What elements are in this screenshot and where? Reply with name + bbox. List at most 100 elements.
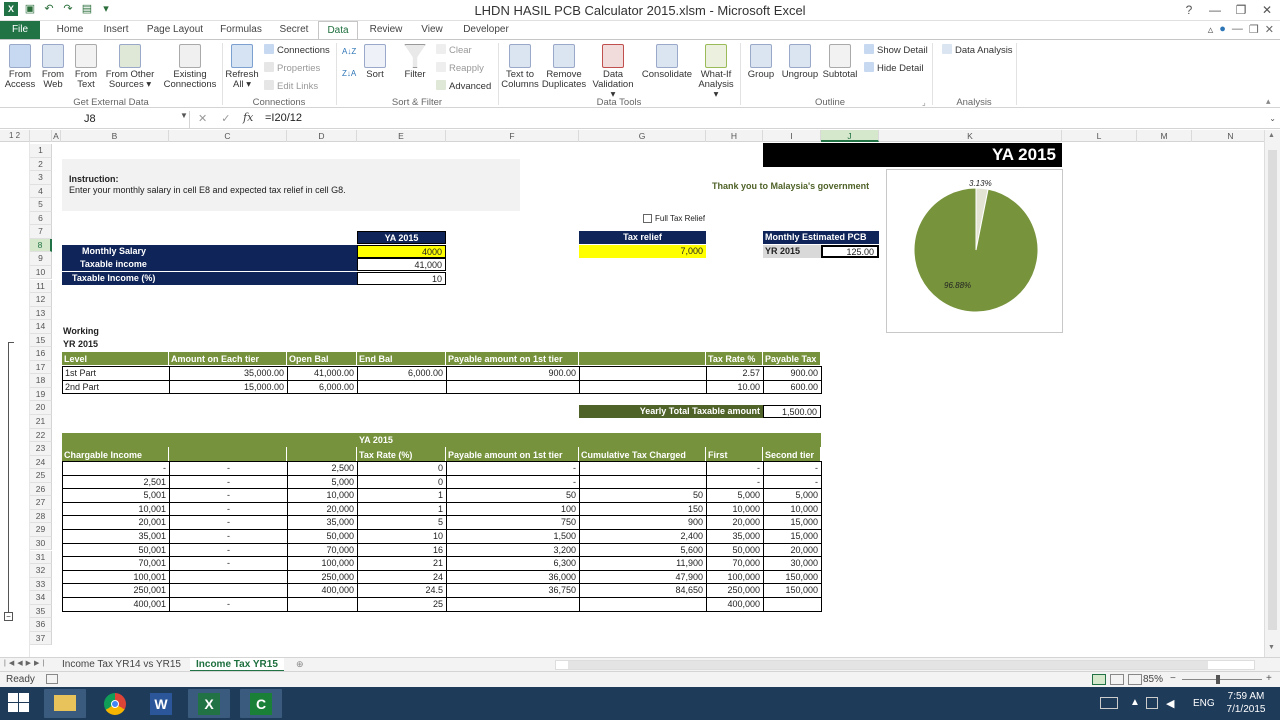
rate-cell[interactable]: 20,001 [62,515,170,530]
tier-cell[interactable]: 15,000.00 [169,379,288,394]
tier-cell[interactable]: 10.00 [706,379,764,394]
rate-cell[interactable]: - [763,474,822,490]
rate-cell[interactable]: 250,000 [706,583,764,598]
rate-cell[interactable]: 750 [446,515,580,530]
rate-cell[interactable]: 2,500 [287,461,358,476]
rate-cell[interactable] [579,597,707,612]
row-header[interactable]: 27 [30,496,52,510]
yearly-total-cell[interactable]: 1,500.00 [763,405,821,418]
rate-cell[interactable]: 250,000 [287,569,358,585]
sheet-tab-yr14-vs-yr15[interactable]: Income Tax YR14 vs YR15 [56,658,187,672]
full-tax-relief-checkbox[interactable] [643,214,652,223]
filter-button[interactable]: Filter [402,44,428,80]
restore-button[interactable]: ❐ [1228,0,1254,20]
page-layout-view-icon[interactable] [1110,674,1124,685]
page-break-view-icon[interactable] [1128,674,1142,685]
minimize-ribbon-icon[interactable]: ▵ [1208,23,1214,36]
rate-cell[interactable]: 3,200 [446,542,580,558]
connections-button[interactable]: Connections [264,44,330,56]
rate-cell[interactable]: 35,000 [706,529,764,544]
rate-cell[interactable]: 400,001 [62,597,170,612]
column-header-d[interactable]: D [287,130,357,142]
rate-cell[interactable]: - [169,529,288,544]
normal-view-icon[interactable] [1092,674,1106,685]
rate-cell[interactable]: 1,500 [446,529,580,544]
row-header[interactable]: 35 [30,604,52,619]
consolidate-button[interactable]: Consolidate [640,44,694,80]
rate-cell[interactable]: 400,000 [706,597,764,612]
tray-up-icon[interactable]: ▲ [1130,697,1140,708]
rate-cell[interactable]: - [169,556,288,571]
rate-cell[interactable]: 5,600 [579,542,707,558]
rate-cell[interactable]: - [169,501,288,517]
rate-cell[interactable]: 20,000 [287,501,358,517]
column-header-f[interactable]: F [446,130,579,142]
monthly-salary-cell[interactable]: 4000 [357,245,446,258]
vertical-scrollbar[interactable]: ▲ ▼ [1264,130,1280,657]
horizontal-scroll-thumb[interactable] [568,661,1208,669]
tier-cell[interactable]: 2nd Part [62,379,170,394]
collapse-ribbon-icon[interactable]: ▴ [1266,96,1271,107]
window-close-icon[interactable]: ✕ [1265,23,1274,36]
scroll-thumb[interactable] [1268,150,1277,630]
name-box[interactable]: J8 [0,111,190,128]
rate-cell[interactable]: 0 [357,461,447,476]
rate-cell[interactable]: 1 [357,488,447,503]
zoom-in-icon[interactable]: + [1266,673,1272,684]
rate-cell[interactable] [287,597,358,612]
sheet-nav-icons[interactable]: |◀◀▶▶| [4,659,47,667]
zoom-level[interactable]: 85% [1143,674,1163,685]
tax-relief-cell[interactable]: 7,000 [579,245,706,258]
tab-file[interactable]: File [0,21,40,39]
rate-cell[interactable]: 100 [446,501,580,517]
advanced-filter-button[interactable]: Advanced [436,80,491,92]
pie-slice[interactable] [913,187,1039,313]
row-header[interactable]: 34 [30,591,52,605]
rate-cell[interactable] [763,597,822,612]
row-header[interactable]: 26 [30,482,52,497]
rate-cell[interactable]: 100,001 [62,569,170,585]
select-all-button[interactable] [30,130,52,142]
window-restore-icon[interactable]: ❐ [1249,23,1259,36]
row-header[interactable]: 17 [30,360,52,375]
rate-cell[interactable] [169,569,288,585]
help-circle-icon[interactable]: ● [1219,23,1226,36]
row-header[interactable]: 28 [30,509,52,524]
rate-cell[interactable]: 70,001 [62,556,170,571]
rate-cell[interactable]: 150 [579,501,707,517]
what-if-analysis-button[interactable]: What-If Analysis ▾ [695,44,737,100]
taxable-income-cell[interactable]: 41,000 [357,258,446,271]
from-web-button[interactable]: From Web [38,44,68,90]
rate-cell[interactable]: 250,001 [62,583,170,598]
tab-formulas[interactable]: Formulas [216,21,266,39]
collapse-group-icon[interactable]: − [4,612,13,621]
show-detail-button[interactable]: Show Detail [864,44,928,56]
rate-cell[interactable]: 50 [446,488,580,503]
row-header[interactable]: 30 [30,536,52,551]
row-header[interactable]: 12 [30,293,52,307]
row-header[interactable]: 3 [30,171,52,185]
reapply-button[interactable]: Reapply [436,62,484,74]
macro-record-icon[interactable] [46,674,58,684]
rate-cell[interactable]: 84,650 [579,583,707,598]
tier-cell[interactable] [357,379,447,394]
rate-cell[interactable]: 20,000 [706,515,764,530]
keyboard-icon[interactable] [1100,697,1118,709]
rate-cell[interactable]: 900 [579,515,707,530]
tab-secret[interactable]: Secret [276,21,312,39]
column-header-e[interactable]: E [357,130,446,142]
rate-cell[interactable]: 100,000 [287,556,358,571]
tier-cell[interactable]: 600.00 [763,379,822,394]
row-header[interactable]: 10 [30,265,52,280]
rate-cell[interactable]: 1 [357,501,447,517]
from-access-button[interactable]: From Access [4,44,36,90]
rate-cell[interactable]: - [446,461,580,476]
rate-cell[interactable]: 24.5 [357,583,447,598]
zoom-out-icon[interactable]: − [1170,673,1176,684]
rate-cell[interactable] [446,597,580,612]
rate-cell[interactable]: 36,750 [446,583,580,598]
column-header-h[interactable]: H [706,130,763,142]
rate-cell[interactable]: 150,000 [763,569,822,585]
zoom-slider[interactable] [1182,675,1262,684]
tab-page-layout[interactable]: Page Layout [144,21,206,39]
